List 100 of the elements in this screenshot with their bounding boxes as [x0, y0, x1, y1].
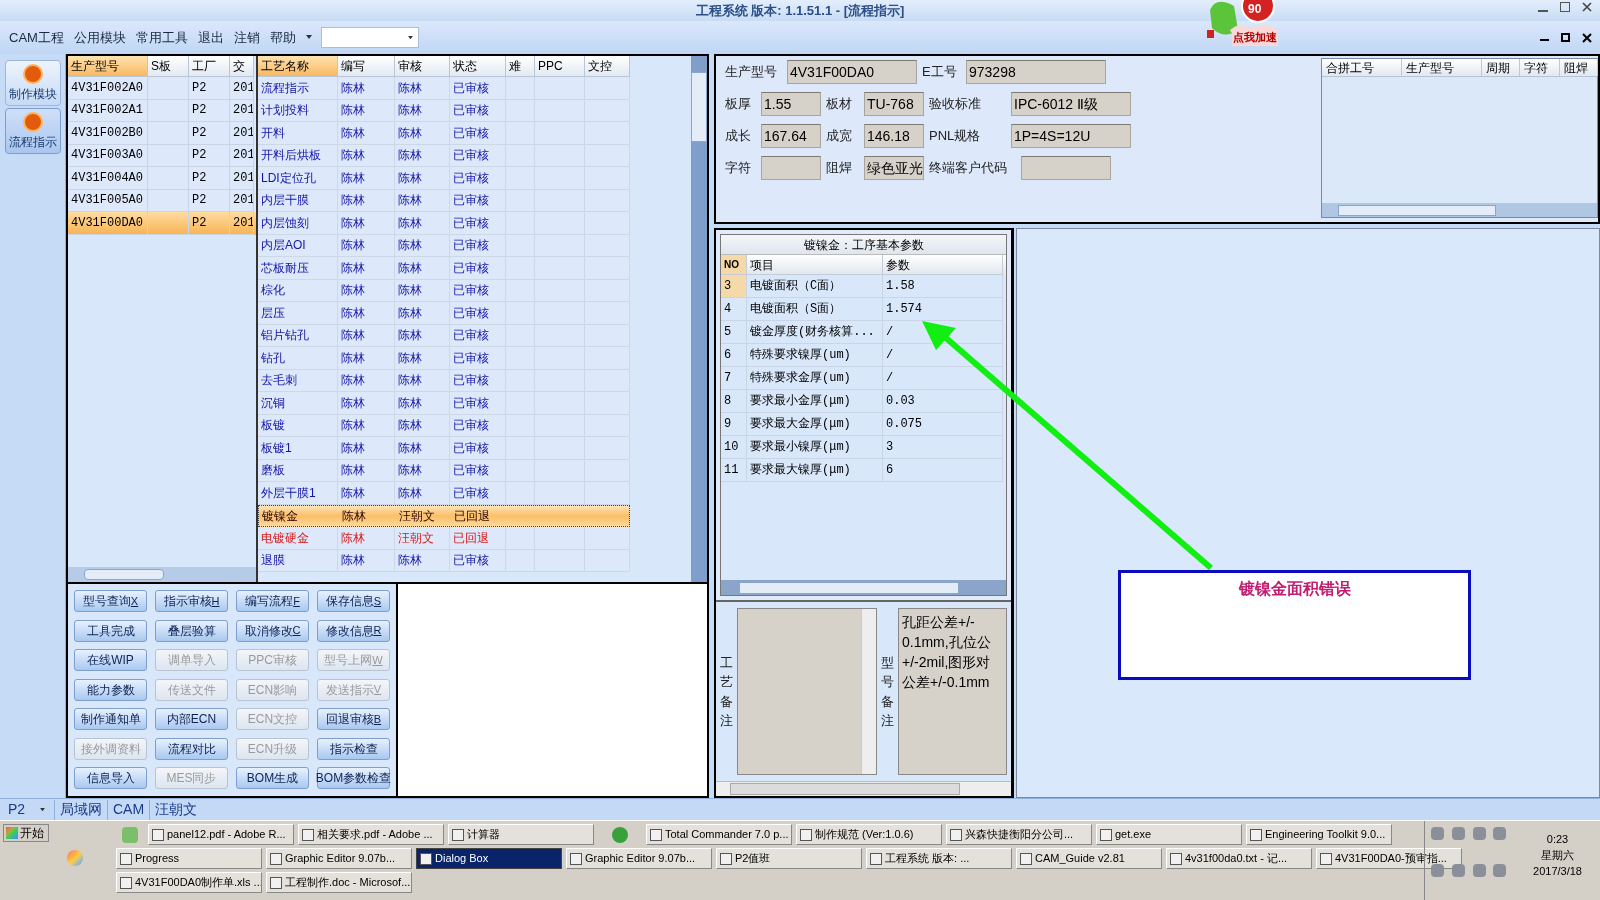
text-field[interactable]: 1P=4S=12U	[1011, 124, 1131, 148]
horizontal-scrollbar[interactable]	[68, 567, 256, 582]
action-button[interactable]: 编写流程F	[236, 590, 309, 612]
action-button[interactable]: 流程对比	[155, 737, 228, 760]
column-header[interactable]: 难	[506, 56, 535, 77]
column-header[interactable]: 生产型号	[68, 56, 148, 77]
taskbar-button[interactable]: 4v31f00da0.txt - 记...	[1166, 848, 1312, 869]
taskbar-button[interactable]: CAM_Guide v2.81	[1016, 848, 1162, 869]
caret-icon[interactable]	[304, 35, 313, 40]
taskbar-button[interactable]: 4V31F00DA0制作单.xls ...	[116, 872, 262, 893]
taskbar-button[interactable]: 工程制作.doc - Microsof...	[266, 872, 412, 893]
menu-item[interactable]: 帮助	[264, 27, 301, 48]
table-row[interactable]: 内层蚀刻 陈林 陈林 已审核	[258, 212, 630, 235]
text-area[interactable]	[737, 608, 877, 775]
action-button[interactable]: 指示检查	[317, 737, 390, 760]
action-button[interactable]: BOM参数检查	[317, 767, 390, 790]
action-button[interactable]: 保存信息S	[317, 590, 390, 612]
taskbar-button[interactable]: P2值班	[716, 848, 862, 869]
action-button[interactable]: 指示审核H	[155, 590, 228, 612]
column-header[interactable]: 交	[230, 56, 254, 77]
column-header[interactable]: 编写	[338, 56, 395, 77]
taskbar-button[interactable]: 制作规范 (Ver:1.0.6)	[796, 824, 942, 845]
table-row[interactable]: 开料 陈林 陈林 已审核	[258, 122, 630, 145]
close-icon[interactable]	[1582, 33, 1592, 43]
action-button[interactable]: 型号查询X	[74, 590, 147, 612]
caret-icon[interactable]	[406, 35, 414, 40]
action-button[interactable]: 制作通知单	[74, 708, 147, 731]
text-field[interactable]: TU-768	[864, 92, 924, 116]
table-row[interactable]: 退膜 陈林 陈林 已审核	[258, 549, 630, 572]
taskbar-button[interactable]: panel12.pdf - Adobe R...	[148, 824, 294, 845]
action-button[interactable]: 在线WIP	[74, 649, 147, 672]
table-row[interactable]: 磨板 陈林 陈林 已审核	[258, 459, 630, 482]
taskbar-button[interactable]: get.exe	[1096, 824, 1242, 845]
taskbar-button[interactable]: 工程系统 版本: ...	[866, 848, 1012, 869]
action-button[interactable]: 回退审核B	[317, 708, 390, 731]
taskbar-button[interactable]: 计算器	[448, 824, 594, 845]
table-row[interactable]: 外层干膜1 陈林 陈林 已审核	[258, 482, 630, 505]
taskbar-button[interactable]: 相关要求.pdf - Adobe ...	[298, 824, 444, 845]
taskbar-button[interactable]: Engineering Toolkit 9.0...	[1246, 824, 1392, 845]
column-header[interactable]: 状态	[450, 56, 506, 77]
sidebar-button[interactable]: 流程指示	[4, 108, 61, 154]
colorful-icon[interactable]	[67, 850, 83, 866]
table-row[interactable]: 内层干膜 陈林 陈林 已审核	[258, 189, 630, 212]
action-button[interactable]: BOM生成	[236, 767, 309, 790]
taskbar-button[interactable]: 兴森快捷衡阳分公司...	[946, 824, 1092, 845]
menu-item[interactable]: 退出	[192, 27, 229, 48]
sidebar-button[interactable]: 制作模块	[4, 60, 61, 106]
action-button[interactable]: 信息导入	[74, 767, 147, 790]
table-row[interactable]: 沉铜 陈林 陈林 已审核	[258, 392, 630, 415]
badge-label[interactable]: 点我加速	[1232, 29, 1278, 46]
table-row[interactable]: 内层AOI 陈林 陈林 已审核	[258, 234, 630, 257]
table-row[interactable]: 层压 陈林 陈林 已审核	[258, 302, 630, 325]
column-header[interactable]: 工艺名称	[258, 56, 338, 77]
horizontal-scrollbar[interactable]	[716, 781, 1011, 796]
table-row[interactable]: 钻孔 陈林 陈林 已审核	[258, 347, 630, 370]
restore-icon[interactable]	[1561, 33, 1570, 42]
text-field[interactable]: 1.55	[761, 92, 821, 116]
action-button[interactable]: 修改信息R	[317, 619, 390, 642]
column-header[interactable]: 项目	[747, 255, 883, 275]
action-button[interactable]: 能力参数	[74, 678, 147, 701]
start-button[interactable]: 开始	[3, 824, 49, 842]
column-header[interactable]: 生产型号	[1402, 59, 1482, 76]
column-header[interactable]: 阻焊	[1560, 59, 1598, 76]
menu-item[interactable]: 注销	[228, 27, 265, 48]
factory-dropdown[interactable]: P2	[0, 799, 54, 820]
column-header[interactable]: 参数	[883, 255, 1003, 275]
action-button[interactable]: 取消修改C	[236, 619, 309, 642]
menu-item[interactable]: 公用模块	[68, 27, 131, 48]
menu-item[interactable]: 常用工具	[130, 27, 193, 48]
column-header[interactable]: 周期	[1482, 59, 1520, 76]
horizontal-scrollbar[interactable]	[721, 580, 1006, 595]
text-field[interactable]: 146.18	[864, 124, 924, 148]
column-header[interactable]: 审核	[395, 56, 450, 77]
text-field[interactable]: 绿色亚光	[864, 156, 924, 180]
action-button[interactable]: 叠层验算	[155, 619, 228, 642]
selected-row[interactable]: 镀镍金 陈林 汪朝文 已回退	[258, 504, 630, 527]
taskbar-button[interactable]: Total Commander 7.0 p...	[646, 824, 792, 845]
action-button[interactable]: 内部ECN	[155, 708, 228, 731]
text-field[interactable]: 167.64	[761, 124, 821, 148]
action-button[interactable]: 工具完成	[74, 619, 147, 642]
text-field[interactable]	[1021, 156, 1111, 180]
browser-icon[interactable]	[612, 826, 628, 843]
table-row[interactable]: 芯板耐压 陈林 陈林 已审核	[258, 257, 630, 280]
column-header[interactable]: 工厂	[189, 56, 230, 77]
table-row[interactable]: 棕化 陈林 陈林 已审核	[258, 279, 630, 302]
column-header[interactable]: 文控	[585, 56, 630, 77]
close-icon[interactable]	[1582, 2, 1592, 12]
taskbar-button[interactable]: Graphic Editor 9.07b...	[266, 848, 412, 869]
text-field[interactable]	[761, 156, 821, 180]
column-header[interactable]: 合拼工号	[1322, 59, 1402, 76]
quick-launch-icon[interactable]	[122, 826, 138, 843]
column-header[interactable]: S板	[148, 56, 189, 77]
text-area[interactable]: 孔距公差+/- 0.1mm,孔位公 +/-2mil,图形对 公差+/-0.1mm	[898, 608, 1007, 775]
vertical-scrollbar[interactable]	[691, 56, 707, 582]
table-row[interactable]: LDI定位孔 陈林 陈林 已审核	[258, 167, 630, 190]
column-header[interactable]: PPC	[535, 56, 585, 77]
taskbar-button[interactable]: Progress	[116, 848, 262, 869]
caret-icon[interactable]	[39, 807, 46, 812]
vertical-scrollbar[interactable]	[861, 609, 876, 774]
horizontal-scrollbar[interactable]	[1322, 203, 1597, 217]
